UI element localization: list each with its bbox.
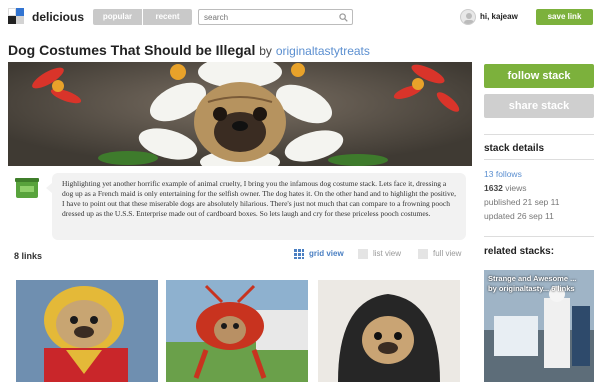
follow-stack-button[interactable]: follow stack xyxy=(484,64,594,88)
link-thumbnail[interactable] xyxy=(16,280,158,382)
full-view-toggle[interactable]: full view xyxy=(418,249,461,261)
list-view-toggle[interactable]: list view xyxy=(358,249,401,261)
avatar[interactable] xyxy=(460,9,476,25)
user-greeting[interactable]: hi, kajeaw xyxy=(480,12,518,21)
grid-view-icon xyxy=(294,249,304,259)
tab-recent[interactable]: recent xyxy=(143,9,192,25)
grid-view-toggle[interactable]: grid view xyxy=(294,249,344,261)
views-label: views xyxy=(505,183,527,193)
related-stack-byline: by originaltasty... 6 links xyxy=(488,284,575,293)
divider xyxy=(484,134,594,135)
related-stack-card[interactable]: Strange and Awesome ... by originaltasty… xyxy=(484,270,594,382)
list-view-label: list view xyxy=(373,249,402,259)
divider xyxy=(484,236,594,237)
save-link-button[interactable]: save link xyxy=(536,9,593,25)
follows-label[interactable]: follows xyxy=(496,169,522,179)
related-stack-caption: Strange and Awesome ... by originaltasty… xyxy=(488,274,576,294)
search-input[interactable] xyxy=(204,11,334,23)
top-bar: delicious popular recent hi, kajeaw save… xyxy=(0,0,600,36)
link-thumbnail[interactable] xyxy=(318,280,460,382)
follows-stat[interactable]: 13 follows xyxy=(484,169,522,179)
updated-date: updated 26 sep 11 xyxy=(484,211,554,221)
page-title: Dog Costumes That Should be Illegal by o… xyxy=(8,42,370,58)
full-view-label: full view xyxy=(433,249,462,259)
published-date: published 21 sep 11 xyxy=(484,197,560,207)
by-label: by xyxy=(259,44,272,58)
related-stacks-heading: related stacks: xyxy=(484,246,555,257)
brand-name[interactable]: delicious xyxy=(32,10,84,24)
list-view-icon xyxy=(358,249,368,259)
bucket-icon xyxy=(14,176,40,200)
delicious-logo-icon[interactable] xyxy=(8,8,24,24)
stack-title: Dog Costumes That Should be Illegal xyxy=(8,42,256,58)
stack-description: Highlighting yet another horrific exampl… xyxy=(46,173,466,240)
stack-details-heading: stack details xyxy=(484,143,545,154)
links-count: 8 links xyxy=(14,251,43,261)
full-view-icon xyxy=(418,249,428,259)
follows-count[interactable]: 13 xyxy=(484,169,493,179)
divider xyxy=(484,159,594,160)
views-stat: 1632 views xyxy=(484,183,527,193)
share-stack-button[interactable]: share stack xyxy=(484,94,594,118)
author-link[interactable]: originaltastytreats xyxy=(276,44,370,58)
views-count: 1632 xyxy=(484,183,503,193)
search-icon[interactable] xyxy=(339,13,348,22)
grid-view-label: grid view xyxy=(309,249,344,259)
hero-image[interactable] xyxy=(8,62,472,166)
tab-popular[interactable]: popular xyxy=(93,9,142,25)
link-thumbnail[interactable] xyxy=(166,280,308,382)
related-stack-title: Strange and Awesome ... xyxy=(488,274,577,283)
search-box[interactable] xyxy=(198,9,353,25)
